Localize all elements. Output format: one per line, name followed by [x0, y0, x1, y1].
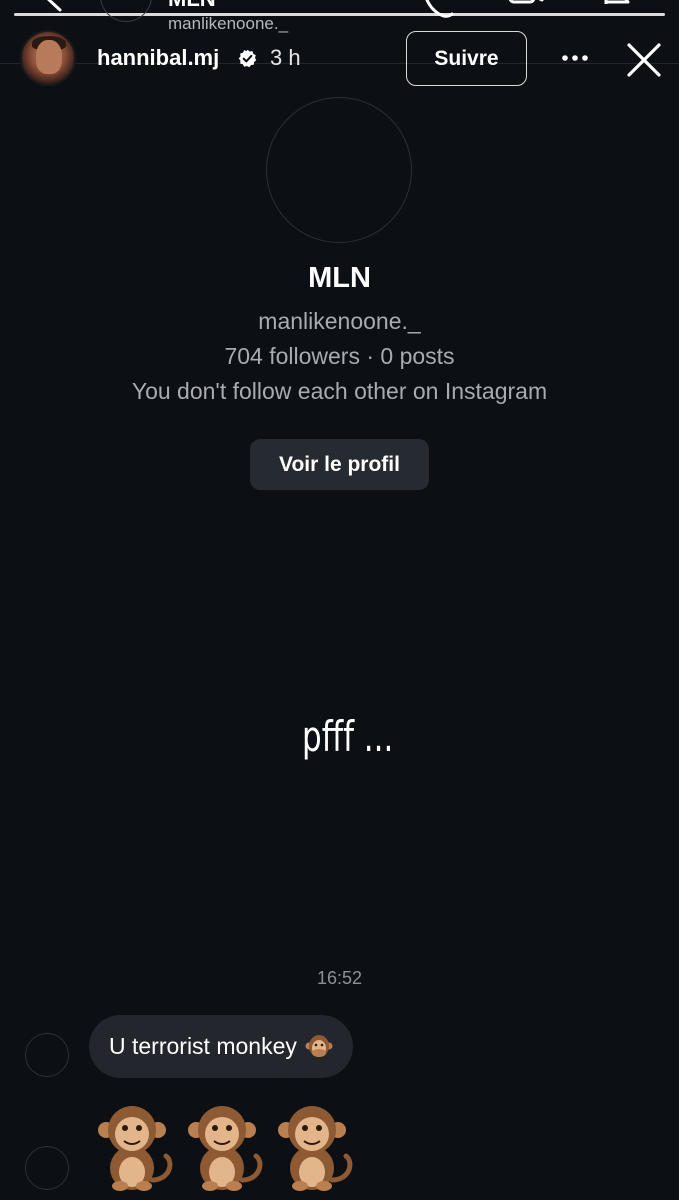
profile-name: MLN [308, 262, 371, 294]
chat-avatar[interactable] [100, 0, 152, 22]
message-timestamp: 16:52 [316, 968, 363, 988]
flag-icon[interactable] [600, 0, 636, 20]
close-icon[interactable] [626, 42, 662, 78]
sender-avatar[interactable] [25, 1033, 69, 1077]
phone-icon[interactable] [420, 0, 456, 20]
view-profile-button[interactable]: Voir le profil [250, 439, 429, 490]
story-timestamp: 3 h [270, 45, 301, 70]
monkey-icon [188, 1106, 263, 1191]
verified-badge-icon [238, 49, 257, 68]
follow-button[interactable]: Suivre [406, 31, 527, 86]
story-user-avatar[interactable] [20, 30, 76, 86]
follow-status-note: You don't follow each other on Instagram [131, 378, 548, 404]
speak-no-evil-monkey-icon [305, 1034, 333, 1057]
monkey-icon [98, 1106, 173, 1191]
profile-avatar[interactable] [266, 97, 412, 243]
profile-handle: manlikenoone._ [258, 308, 421, 334]
back-arrow-icon[interactable] [40, 0, 66, 12]
story-caption: pfff ... [302, 712, 394, 761]
story-username[interactable]: hannibal.mj [97, 45, 219, 71]
video-camera-icon[interactable] [508, 0, 544, 20]
profile-stats: 704 followers · 0 posts [224, 343, 455, 369]
monkey-icon [278, 1106, 353, 1191]
message-bubble[interactable]: U terrorist monkey [89, 1015, 353, 1078]
chat-subtitle: manlikenoone._ [168, 14, 289, 33]
message-text: U terrorist monkey [109, 1033, 297, 1059]
emoji-message[interactable] [92, 1100, 358, 1195]
chat-title: MLN [168, 0, 216, 12]
more-options-icon[interactable] [560, 48, 590, 68]
sender-avatar[interactable] [25, 1146, 69, 1190]
